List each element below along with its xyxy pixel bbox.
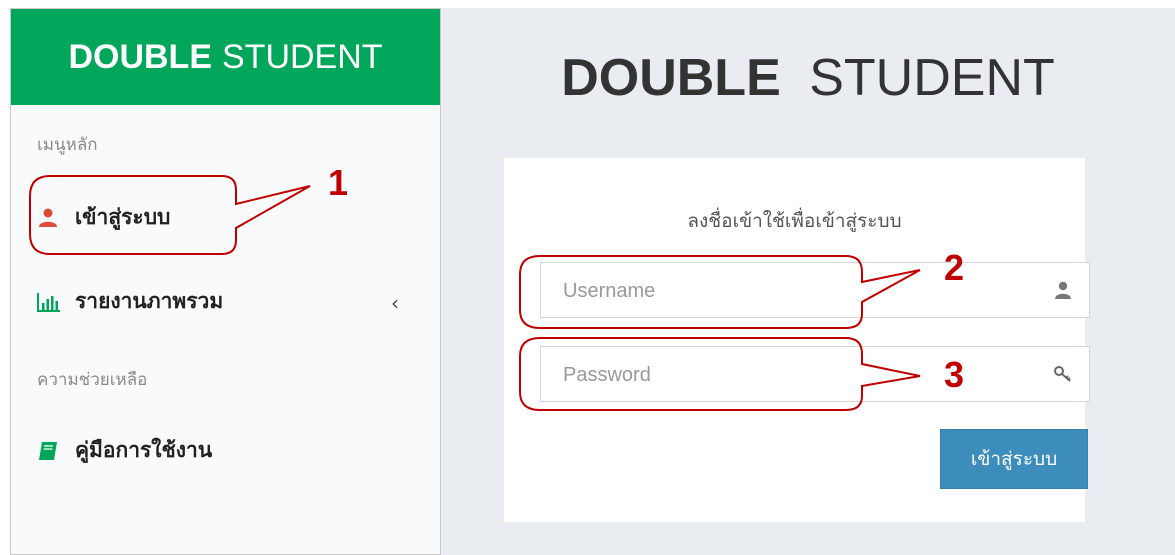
bar-chart-icon — [37, 291, 60, 313]
login-message: ลงชื่อเข้าใช้เพื่อเข้าสู่ระบบ — [687, 210, 902, 232]
sidebar-item-label: เข้าสู่ระบบ — [75, 205, 171, 229]
key-icon — [1053, 364, 1073, 384]
title-bold-text: DOUBLE — [561, 49, 781, 107]
sidebar-brand[interactable]: DOUBLE STUDENT — [11, 9, 440, 105]
sidebar-item-label: คู่มือการใช้งาน — [75, 438, 213, 462]
page-title: DOUBLE STUDENT — [441, 48, 1175, 108]
password-field — [540, 346, 1090, 403]
annotation-number-1: 1 — [328, 162, 349, 203]
book-icon — [37, 440, 59, 462]
sidebar: DOUBLE STUDENT เมนูหลัก เข้าสู่ระบบ รายง… — [10, 8, 441, 555]
chevron-left-icon[interactable]: ‹ — [391, 291, 399, 315]
sidebar-item-manual[interactable]: คู่มือการใช้งาน — [37, 434, 212, 467]
section-header-main: เมนูหลัก — [37, 135, 98, 155]
section-header-help: ความช่วยเหลือ — [37, 370, 148, 390]
sidebar-item-label: รายงานภาพรวม — [75, 289, 224, 313]
username-field — [540, 262, 1090, 319]
user-icon — [1053, 280, 1073, 300]
main-content: DOUBLE STUDENT ลงชื่อเข้าใช้เพื่อเข้าสู่… — [441, 8, 1175, 555]
brand-rest-text: STUDENT — [222, 37, 383, 76]
sidebar-item-overview-report[interactable]: รายงานภาพรวม — [37, 285, 223, 318]
login-box: ลงชื่อเข้าใช้เพื่อเข้าสู่ระบบ เข้าสู่ระบ… — [504, 158, 1090, 522]
sidebar-item-login[interactable]: เข้าสู่ระบบ — [37, 201, 170, 234]
login-button[interactable]: เข้าสู่ระบบ — [940, 429, 1088, 489]
annotation-number-3: 3 — [944, 354, 965, 395]
user-icon — [37, 207, 59, 229]
brand-bold-text: DOUBLE — [68, 37, 212, 76]
title-rest-text: STUDENT — [809, 49, 1055, 107]
annotation-number-2: 2 — [944, 247, 965, 288]
